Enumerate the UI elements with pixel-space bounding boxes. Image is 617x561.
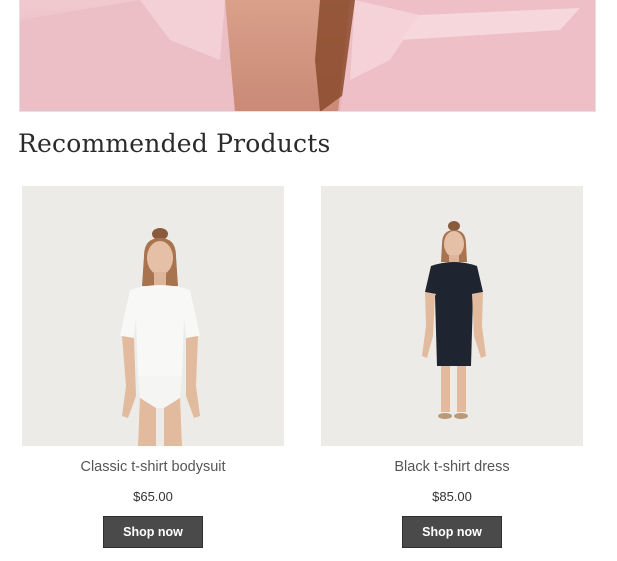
- product-name[interactable]: Black t-shirt dress: [321, 459, 583, 475]
- shop-now-button[interactable]: Shop now: [402, 516, 502, 548]
- product-image[interactable]: [321, 186, 583, 446]
- section-title: Recommended Products: [18, 129, 331, 158]
- product-card: Classic t-shirt bodysuit $65.00 Shop now: [22, 186, 284, 548]
- product-price: $85.00: [432, 489, 472, 504]
- hero-banner-image: [19, 0, 596, 112]
- product-image[interactable]: [22, 186, 284, 446]
- shop-now-button[interactable]: Shop now: [103, 516, 203, 548]
- product-card: Black t-shirt dress $85.00 Shop now: [321, 186, 583, 548]
- product-price: $65.00: [133, 489, 173, 504]
- product-name[interactable]: Classic t-shirt bodysuit: [22, 459, 284, 475]
